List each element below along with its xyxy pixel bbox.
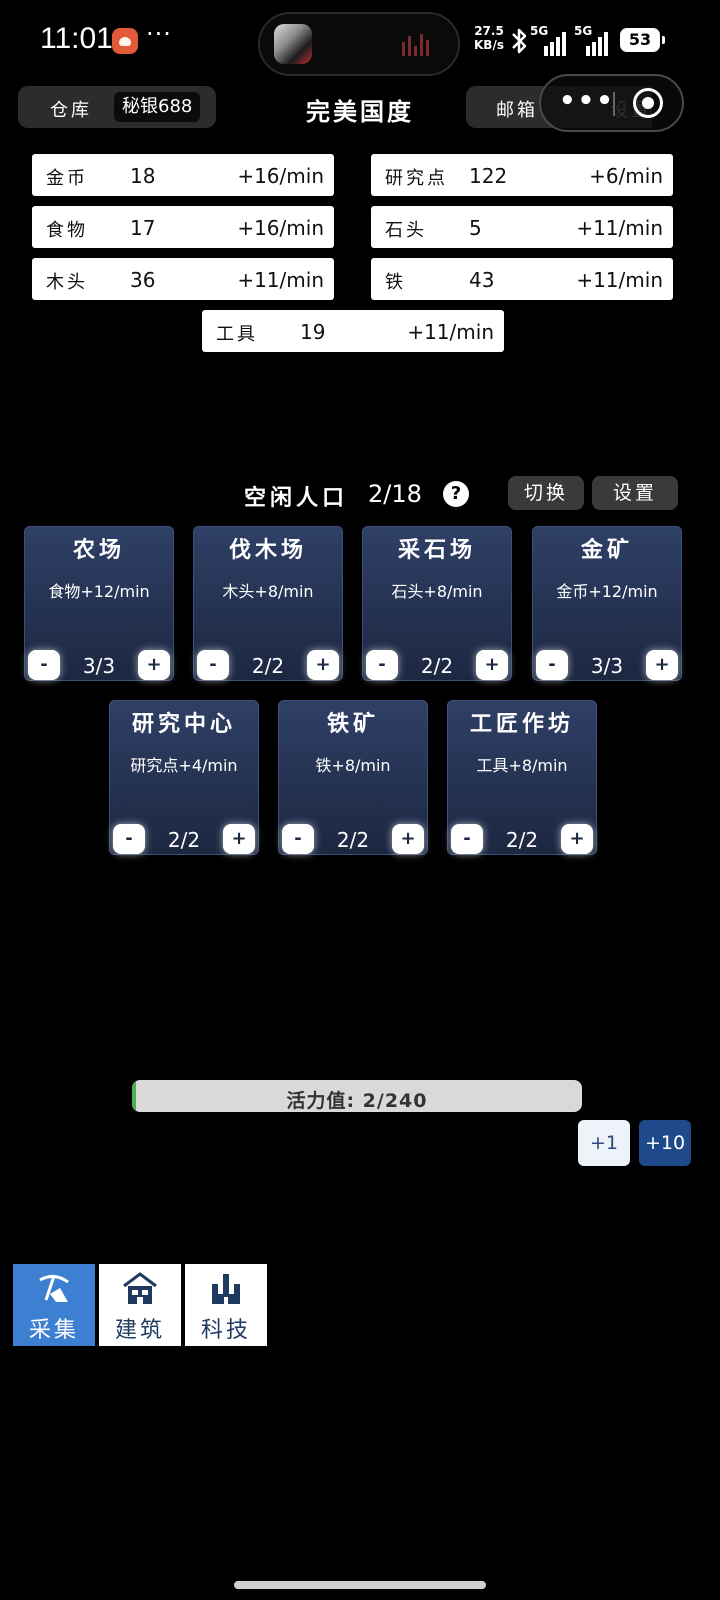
increase-worker-button[interactable]: +	[223, 824, 255, 854]
building-production: 金币+12/min	[556, 582, 658, 601]
tab-label: 建筑	[114, 1318, 165, 1343]
pickaxe-icon	[39, 1275, 69, 1302]
close-target-icon[interactable]	[633, 88, 663, 118]
resource-value: 43	[469, 268, 495, 292]
building-name: 农场	[72, 537, 125, 563]
media-artwork-icon	[274, 24, 312, 64]
building-production: 铁+8/min	[315, 756, 391, 775]
resource-gold: 金币 18 +16/min	[32, 154, 334, 196]
increase-worker-button[interactable]: +	[476, 650, 508, 680]
resource-food: 食物 17 +16/min	[32, 206, 334, 248]
resource-tools: 工具 19 +11/min	[202, 310, 504, 352]
resource-rate: +11/min	[576, 268, 663, 292]
resource-value: 5	[469, 216, 482, 240]
resource-name: 研究点	[385, 168, 448, 189]
building-research-center: 研究中心 研究点+4/min - 2/2 +	[109, 700, 259, 855]
mini-program-capsule: •••	[539, 74, 684, 132]
building-iron-mine: 铁矿 铁+8/min - 2/2 +	[278, 700, 428, 855]
resource-rate: +16/min	[237, 216, 324, 240]
resource-name: 金币	[46, 168, 88, 189]
building-production: 食物+12/min	[48, 582, 150, 601]
resource-name: 铁	[385, 272, 406, 293]
tab-buildings[interactable]: 建筑	[99, 1264, 181, 1346]
resource-iron: 铁 43 +11/min	[371, 258, 673, 300]
idle-population-label: 空闲人口	[244, 486, 349, 511]
tab-gather[interactable]: 采集	[13, 1264, 95, 1346]
resource-rate: +11/min	[237, 268, 324, 292]
add-10-energy-button[interactable]: +10	[639, 1120, 691, 1166]
building-production: 石头+8/min	[391, 582, 483, 601]
resource-wood: 木头 36 +11/min	[32, 258, 334, 300]
add-1-energy-button[interactable]: +1	[578, 1120, 630, 1166]
building-quarry: 采石场 石头+8/min - 2/2 +	[362, 526, 512, 681]
building-production: 木头+8/min	[222, 582, 314, 601]
building-name: 铁矿	[326, 711, 379, 737]
tab-technology[interactable]: 科技	[185, 1264, 267, 1346]
population-settings-button[interactable]: 设置	[592, 476, 678, 510]
help-icon[interactable]: ?	[443, 481, 469, 507]
more-options-icon[interactable]: •••	[559, 86, 615, 116]
energy-bar: 活力值: 2/240	[132, 1080, 582, 1112]
idle-population-value: 2/18	[368, 480, 422, 508]
building-production: 研究点+4/min	[130, 756, 238, 775]
building-production: 工具+8/min	[476, 756, 568, 775]
increase-worker-button[interactable]: +	[646, 650, 678, 680]
increase-worker-button[interactable]: +	[138, 650, 170, 680]
castle-icon	[212, 1274, 240, 1304]
resource-rate: +11/min	[407, 320, 494, 344]
resource-value: 19	[300, 320, 326, 344]
battery-icon: 53	[620, 28, 665, 52]
building-workshop: 工匠作坊 工具+8/min - 2/2 +	[447, 700, 597, 855]
tab-label: 科技	[200, 1318, 251, 1343]
resource-research: 研究点 122 +6/min	[371, 154, 673, 196]
resource-name: 食物	[46, 220, 88, 241]
more-notifications-icon: ···	[146, 20, 172, 48]
status-bar: 11:01 ··· 27.5 KB/s 5G 5G 53	[0, 0, 720, 84]
building-name: 研究中心	[131, 711, 236, 737]
capsule-divider	[613, 92, 615, 116]
building-gold-mine: 金矿 金币+12/min - 3/3 +	[532, 526, 682, 681]
resource-name: 木头	[46, 272, 88, 293]
resource-rate: +16/min	[237, 164, 324, 188]
resource-value: 18	[130, 164, 156, 188]
clock: 11:01	[40, 22, 113, 55]
building-farm: 农场 食物+12/min - 3/3 +	[24, 526, 174, 681]
resource-stone: 石头 5 +11/min	[371, 206, 673, 248]
resource-value: 36	[130, 268, 156, 292]
audio-wave-icon	[402, 34, 436, 58]
building-lumber-mill: 伐木场 木头+8/min - 2/2 +	[193, 526, 343, 681]
building-name: 工匠作坊	[469, 711, 574, 737]
home-indicator[interactable]	[234, 1581, 486, 1589]
bluetooth-icon	[512, 28, 527, 54]
resource-rate: +11/min	[576, 216, 663, 240]
house-icon	[123, 1272, 157, 1304]
tab-label: 采集	[28, 1318, 79, 1343]
signal-strength-icon: 5G	[574, 24, 610, 56]
resource-name: 工具	[216, 324, 258, 345]
resource-value: 122	[469, 164, 508, 188]
dynamic-island[interactable]	[258, 12, 460, 76]
energy-text: 活力值: 2/240	[286, 1090, 428, 1112]
resource-rate: +6/min	[589, 164, 663, 188]
building-name: 采石场	[397, 537, 476, 563]
resource-name: 石头	[385, 220, 427, 241]
increase-worker-button[interactable]: +	[392, 824, 424, 854]
switch-button[interactable]: 切换	[508, 476, 584, 510]
increase-worker-button[interactable]: +	[307, 650, 339, 680]
signal-strength-icon: 5G	[530, 24, 566, 56]
building-name: 伐木场	[228, 537, 307, 563]
mail-label: 邮箱	[496, 100, 538, 121]
building-name: 金矿	[580, 537, 633, 563]
increase-worker-button[interactable]: +	[561, 824, 593, 854]
resource-value: 17	[130, 216, 156, 240]
app-notification-icon	[112, 28, 138, 54]
network-speed: 27.5 KB/s	[474, 24, 504, 52]
